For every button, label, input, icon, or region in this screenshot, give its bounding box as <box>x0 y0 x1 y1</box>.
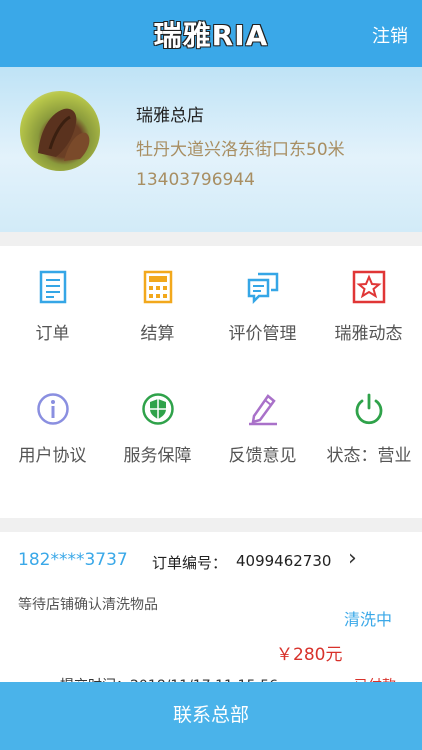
info-icon <box>37 393 69 425</box>
order-number-label: 订单编号： <box>152 554 228 572</box>
store-avatar <box>20 91 100 171</box>
order-list-icon <box>39 270 67 304</box>
menu-item-label: 结算 <box>140 324 175 344</box>
star-icon <box>352 270 386 304</box>
menu-item-status-toggle[interactable]: 状态：营业 <box>316 368 421 508</box>
comment-icon <box>247 272 279 304</box>
order-number: 4099462730 <box>236 552 332 570</box>
chevron-right-icon[interactable]: › <box>348 546 357 571</box>
order-customer-phone: 182****3737 <box>18 550 128 570</box>
menu-item-label: 用户协议 <box>18 446 87 466</box>
calculator-icon <box>143 270 173 304</box>
menu-item-reviews[interactable]: 评价管理 <box>210 246 315 356</box>
menu-item-label: 瑞雅动态 <box>334 324 403 344</box>
menu-item-settlement[interactable]: 结算 <box>105 246 210 356</box>
pen-icon <box>249 394 277 426</box>
menu-grid: 订单 结算 评价管理 瑞雅动态 用户协议 服务保障 反馈意见 状态：营业 <box>0 246 422 518</box>
menu-item-service-guarantee[interactable]: 服务保障 <box>105 368 210 478</box>
menu-item-label: 评价管理 <box>228 324 297 344</box>
menu-item-label: 状态：营业 <box>326 446 412 466</box>
brand-logo: 瑞雅RIA <box>153 19 269 52</box>
contact-hq-button[interactable]: 联系总部 <box>0 682 422 750</box>
menu-item-label: 服务保障 <box>123 446 192 466</box>
power-icon <box>355 393 383 425</box>
menu-item-feedback[interactable]: 反馈意见 <box>210 368 315 478</box>
shoe-photo-icon <box>38 108 90 161</box>
menu-item-user-agreement[interactable]: 用户协议 <box>0 368 105 478</box>
menu-item-orders[interactable]: 订单 <box>0 246 105 356</box>
store-address: 牡丹大道兴洛东街口东50米 <box>136 140 345 160</box>
store-phone: 13403796944 <box>136 170 255 190</box>
order-status: 清洗中 <box>344 610 393 629</box>
menu-item-news[interactable]: 瑞雅动态 <box>316 246 421 356</box>
store-name: 瑞雅总店 <box>136 106 204 126</box>
menu-item-label: 反馈意见 <box>228 446 297 466</box>
order-price: ￥280元 <box>276 645 343 665</box>
order-description: 等待店铺确认清洗物品 <box>18 597 158 613</box>
top-bar: 瑞雅RIA 注销 <box>0 0 422 67</box>
menu-item-label: 订单 <box>35 324 70 344</box>
order-card[interactable]: 182****3737 订单编号： 4099462730 › 等待店铺确认清洗物… <box>0 532 422 694</box>
store-profile: 瑞雅总店 牡丹大道兴洛东街口东50米 13403796944 <box>0 67 422 232</box>
shield-icon <box>142 393 174 425</box>
logout-button[interactable]: 注销 <box>372 22 408 48</box>
